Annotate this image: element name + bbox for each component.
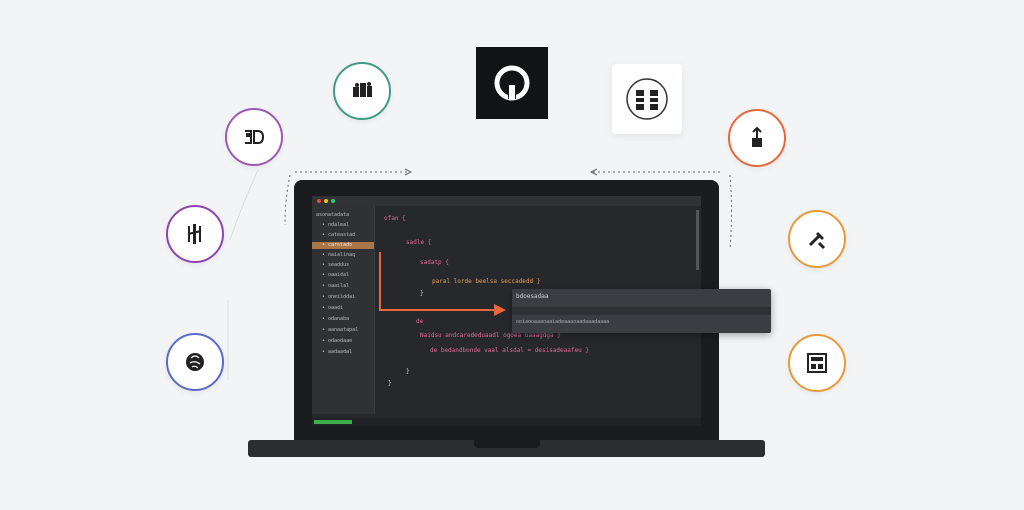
sidebar-item[interactable]: • oaadi bbox=[322, 305, 343, 312]
code-line: de bedandbonde vaal alsdal = desisadeaaf… bbox=[430, 347, 589, 354]
brain-circle[interactable] bbox=[166, 333, 224, 391]
sidebar-item[interactable]: • ndaleal bbox=[322, 222, 349, 229]
minimize-dot[interactable] bbox=[324, 199, 328, 203]
github-tile[interactable] bbox=[476, 47, 548, 119]
stack-tile[interactable] bbox=[612, 64, 682, 134]
code-line: paral lorde beelsa seccadedd } bbox=[432, 278, 541, 285]
code-line: sadle { bbox=[406, 239, 432, 246]
layout-circle[interactable] bbox=[788, 334, 846, 392]
sidebar-item[interactable]: • odanaba bbox=[322, 316, 349, 323]
upload-icon bbox=[752, 126, 762, 147]
file-explorer: asonatadata • ndaleal • cateastad • caro… bbox=[312, 206, 375, 414]
sidebar-item[interactable]: • aadaadal bbox=[322, 349, 352, 356]
sidebar-item[interactable]: • oneiiddai bbox=[322, 294, 355, 301]
group-circle[interactable] bbox=[333, 62, 391, 120]
status-bar bbox=[312, 418, 701, 426]
layout-icon bbox=[807, 353, 827, 373]
stack-icon bbox=[626, 78, 668, 120]
popup-row[interactable] bbox=[512, 307, 771, 315]
code-line: } bbox=[420, 290, 424, 297]
code-line: } bbox=[388, 380, 392, 387]
sidebar-item[interactable]: • seaddus bbox=[322, 262, 349, 269]
autocomplete-popup[interactable]: bdoesadaa ooiaooaaaoaaiadeaaaoaadaaadaaa… bbox=[512, 289, 771, 333]
code-line: ofan { bbox=[384, 215, 406, 222]
music-icon bbox=[187, 224, 202, 244]
docker-circle[interactable] bbox=[225, 108, 283, 166]
scrollbar[interactable] bbox=[696, 210, 699, 270]
popup-title: bdoesadaa bbox=[516, 293, 549, 300]
editor-titlebar bbox=[312, 196, 701, 206]
maximize-dot[interactable] bbox=[331, 199, 335, 203]
tools-circle[interactable] bbox=[788, 210, 846, 268]
tools-icon bbox=[808, 232, 826, 250]
group-icon bbox=[353, 82, 372, 97]
status-indicator bbox=[314, 420, 352, 424]
sidebar-item[interactable]: • odaodaae bbox=[322, 338, 352, 345]
upload-circle[interactable] bbox=[728, 109, 786, 167]
docker-icon bbox=[245, 130, 265, 144]
code-line: Naidsu andcarededuaadl ogoea Gaaagdga } bbox=[420, 332, 561, 339]
popup-detail: ooiaooaaaoaaiadeaaaoaadaaadaaaa bbox=[516, 319, 610, 325]
sidebar-item[interactable]: • aanaatapal bbox=[322, 327, 358, 334]
sidebar-item-active[interactable]: • carotado bbox=[312, 242, 374, 249]
github-icon bbox=[494, 65, 530, 101]
sidebar-item[interactable]: • oaailal bbox=[322, 283, 349, 290]
sidebar-item[interactable]: • naialinaq bbox=[322, 252, 355, 259]
music-circle[interactable] bbox=[166, 205, 224, 263]
sidebar-item[interactable]: • oaaidal bbox=[322, 272, 349, 279]
close-dot[interactable] bbox=[317, 199, 321, 203]
code-line: de bbox=[416, 318, 424, 325]
code-line: } bbox=[406, 368, 410, 375]
brain-icon bbox=[186, 353, 204, 371]
sidebar-item[interactable]: asonatadata bbox=[316, 212, 349, 219]
laptop-notch bbox=[474, 440, 540, 448]
sidebar-item[interactable]: • cateastad bbox=[322, 232, 355, 239]
code-line: sadatp { bbox=[420, 259, 449, 266]
